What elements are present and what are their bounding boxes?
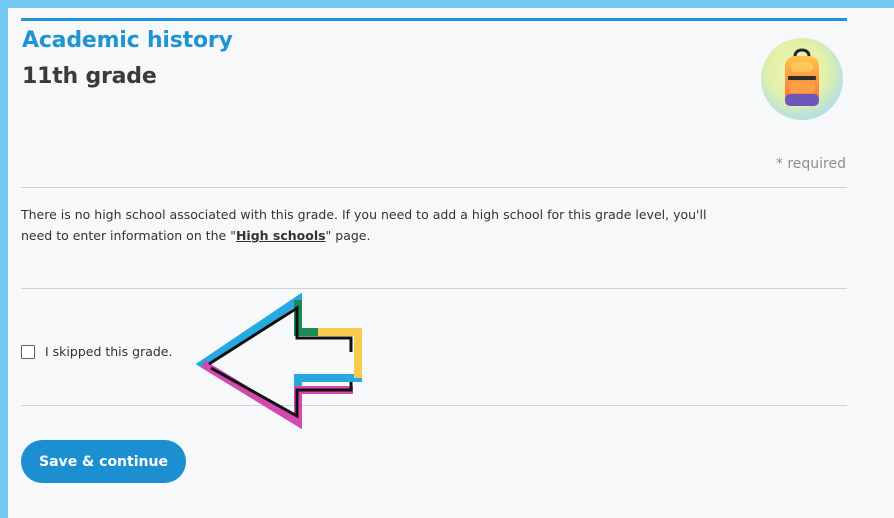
academic-history-panel: Academic history 11th grade * required T… xyxy=(8,8,894,518)
section-top-rule xyxy=(21,18,847,21)
skip-grade-row[interactable]: I skipped this grade. xyxy=(21,344,172,359)
required-note: * required xyxy=(775,156,846,172)
save-continue-button[interactable]: Save & continue xyxy=(21,440,186,483)
divider-top xyxy=(21,187,847,188)
no-high-school-message: There is no high school associated with … xyxy=(21,204,711,246)
section-title: Academic history xyxy=(22,28,233,53)
arrow-pointer-icon xyxy=(193,290,368,440)
backpack-icon xyxy=(761,38,843,120)
skip-grade-label: I skipped this grade. xyxy=(45,344,173,359)
divider-bottom xyxy=(21,405,847,406)
high-schools-link[interactable]: High schools xyxy=(236,228,326,243)
info-text-after-link: " page. xyxy=(325,228,371,243)
skip-grade-checkbox[interactable] xyxy=(21,344,35,359)
grade-title: 11th grade xyxy=(22,64,157,89)
divider-middle xyxy=(21,288,847,289)
